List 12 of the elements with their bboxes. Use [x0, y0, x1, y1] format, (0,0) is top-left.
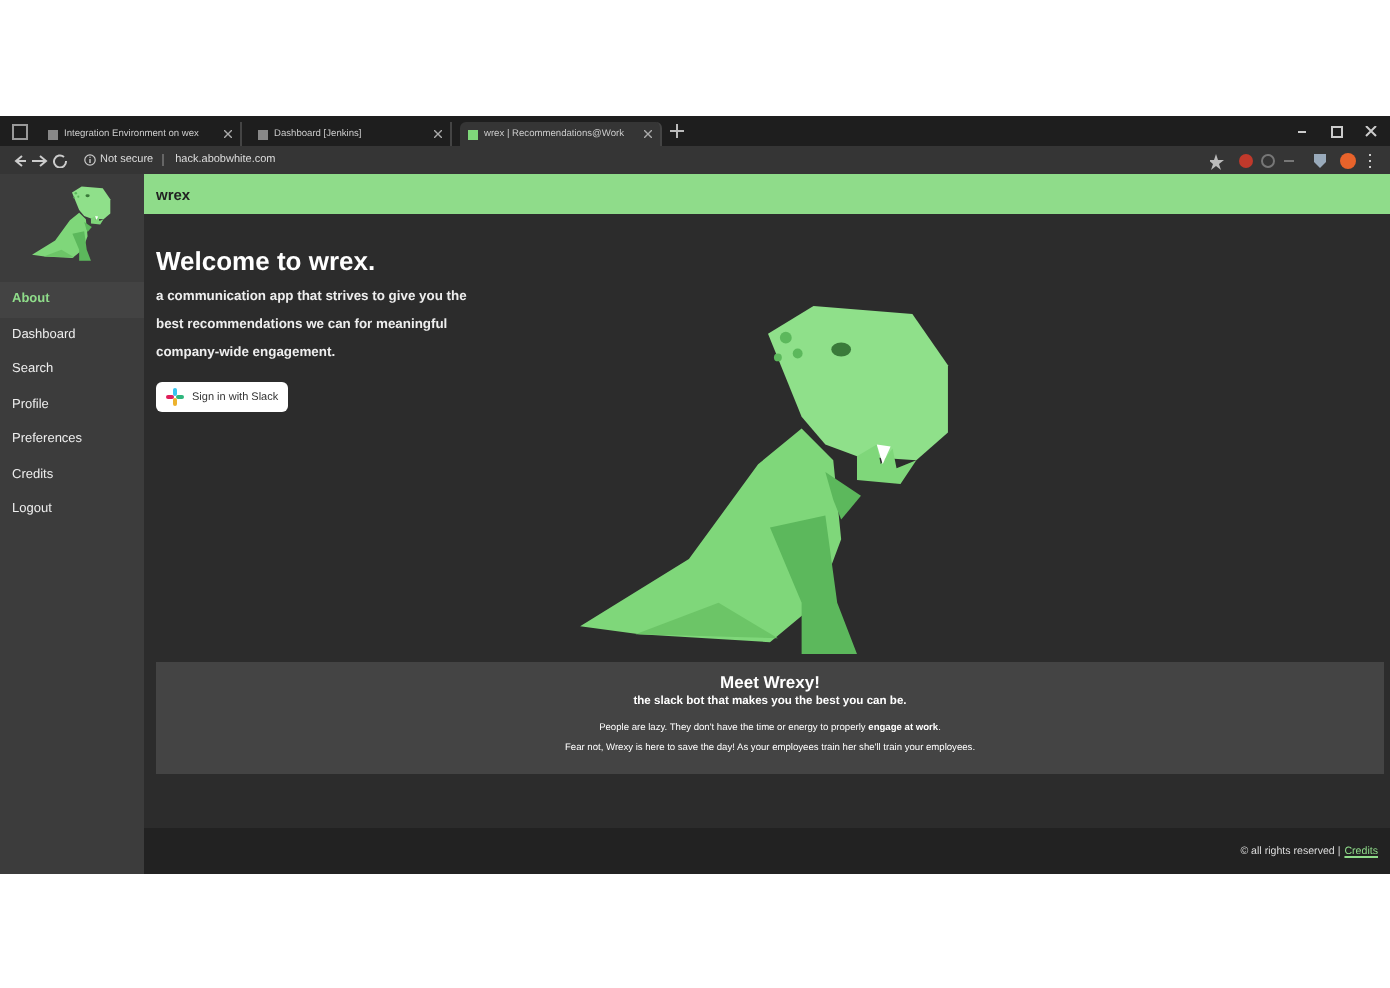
- new-tab-icon[interactable]: [670, 124, 684, 138]
- close-icon[interactable]: [434, 130, 442, 138]
- info-icon[interactable]: [84, 154, 96, 166]
- close-icon[interactable]: [224, 130, 232, 138]
- tab-search-icon[interactable]: [12, 123, 28, 139]
- dinosaur-logo: [32, 186, 112, 262]
- navigation-arrows-icon[interactable]: [12, 153, 72, 167]
- panel-title: Meet Wrexy!: [718, 672, 822, 692]
- close-icon[interactable]: [644, 130, 652, 138]
- slack-logo-icon: [166, 388, 184, 406]
- window-controls-drawing[interactable]: [1298, 125, 1378, 137]
- welcome-title: Welcome to wrex.: [156, 246, 378, 276]
